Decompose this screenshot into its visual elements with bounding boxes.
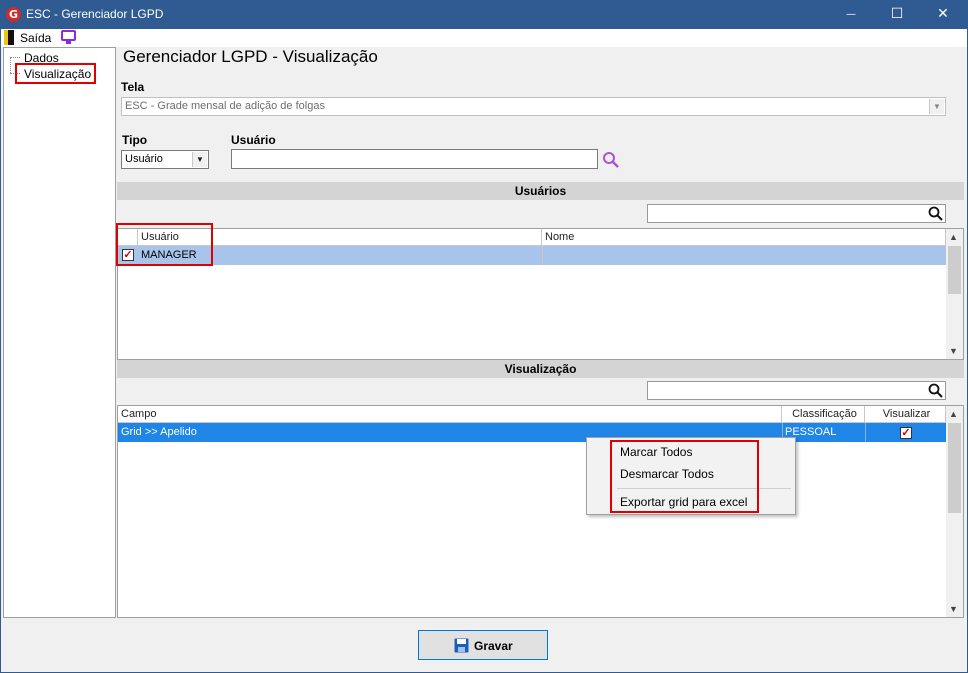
chevron-up-icon[interactable]: ▲ — [949, 232, 958, 242]
column-header-classificacao[interactable]: Classificação — [782, 406, 865, 423]
column-header-visualizar[interactable]: Visualizar — [865, 406, 946, 423]
scrollbar-thumb[interactable] — [948, 423, 961, 513]
close-button[interactable]: ✕ — [920, 0, 966, 29]
chevron-down-icon[interactable]: ▼ — [949, 346, 958, 356]
tree-item-visualizacao[interactable]: Visualização — [24, 67, 91, 81]
page-title: Gerenciador LGPD - Visualização — [123, 47, 378, 66]
chevron-down-icon[interactable]: ▼ — [929, 99, 944, 114]
tipo-value: Usuário — [125, 153, 163, 165]
view-scrollbar[interactable]: ▲ ▼ — [946, 406, 963, 617]
search-icon[interactable] — [928, 206, 943, 221]
tela-label: Tela — [121, 80, 145, 94]
title-bar[interactable]: G ESC - Gerenciador LGPD — ☐ ✕ — [0, 0, 968, 29]
monitor-icon[interactable] — [61, 30, 76, 41]
column-separator — [865, 423, 866, 442]
tela-combobox[interactable]: ESC - Grade mensal de adição de folgas ▼ — [121, 97, 946, 116]
monitor-stand — [66, 41, 71, 44]
tela-value: ESC - Grade mensal de adição de folgas — [125, 100, 325, 112]
column-header-nome[interactable]: Nome — [542, 229, 946, 246]
users-search-input[interactable] — [647, 204, 946, 223]
chevron-down-icon[interactable]: ▼ — [949, 604, 958, 614]
menu-bar: Saída — [1, 29, 967, 47]
context-menu-highlight — [610, 440, 759, 513]
usuario-field[interactable] — [231, 149, 598, 169]
tree-line — [10, 57, 20, 58]
users-grid-header: Usuário Nome — [118, 229, 946, 246]
exit-door-icon[interactable] — [4, 30, 14, 45]
table-row[interactable]: Grid >> Apelido PESSOAL ✓ — [118, 423, 946, 442]
search-icon[interactable] — [928, 383, 943, 398]
save-button-label: Gravar — [474, 639, 513, 653]
save-button[interactable]: Gravar — [418, 630, 548, 660]
maximize-button[interactable]: ☐ — [874, 0, 920, 29]
tree-line — [10, 57, 11, 73]
scrollbar-thumb[interactable] — [948, 246, 961, 294]
visualizar-checkbox[interactable]: ✓ — [900, 427, 912, 439]
usuario-label: Usuário — [231, 133, 276, 147]
floppy-disk-icon — [454, 638, 469, 653]
app-logo-icon: G — [6, 7, 21, 22]
search-icon[interactable] — [602, 151, 620, 169]
users-scrollbar[interactable]: ▲ ▼ — [946, 229, 963, 359]
view-grid-header: Campo Classificação Visualizar — [118, 406, 946, 423]
users-section-header: Usuários — [117, 182, 964, 200]
tipo-combobox[interactable]: Usuário ▼ — [121, 150, 209, 169]
exit-menu-item[interactable]: Saída — [20, 31, 51, 45]
minimize-button[interactable]: — — [828, 0, 874, 29]
view-search-input[interactable] — [647, 381, 946, 400]
tipo-label: Tipo — [122, 133, 148, 147]
view-grid: Campo Classificação Visualizar Grid >> A… — [117, 405, 964, 618]
users-grid: Usuário Nome ✓ MANAGER ▲ ▼ — [117, 228, 964, 360]
column-header-campo[interactable]: Campo — [118, 406, 782, 423]
column-separator — [542, 246, 543, 265]
chevron-up-icon[interactable]: ▲ — [949, 409, 958, 419]
table-row[interactable]: ✓ MANAGER — [118, 246, 946, 265]
chevron-down-icon[interactable]: ▼ — [192, 152, 207, 167]
navigation-tree: Dados Visualização — [3, 47, 116, 618]
users-row-highlight — [116, 223, 213, 266]
view-section-header: Visualização — [117, 360, 964, 378]
row-campo: Grid >> Apelido — [121, 426, 197, 438]
window-title: ESC - Gerenciador LGPD — [26, 7, 164, 21]
